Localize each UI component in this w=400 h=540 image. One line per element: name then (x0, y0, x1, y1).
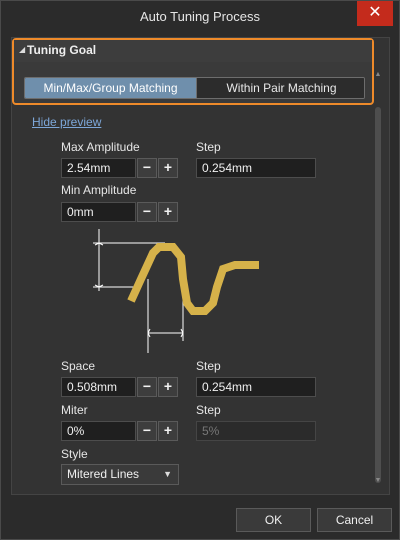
space-label: Space (61, 359, 96, 373)
vertical-scrollbar[interactable]: ▲ ▼ (374, 71, 382, 491)
plus-icon: + (163, 378, 173, 394)
collapse-triangle-icon: ◢ (19, 45, 26, 54)
scroll-thumb[interactable] (375, 107, 381, 483)
auto-tuning-dialog: Auto Tuning Process ✕ ◢ Tuning Goal Min/… (0, 0, 400, 540)
tuning-trace (127, 243, 259, 315)
miter-step-label: Step (196, 403, 221, 417)
plus-icon: + (163, 422, 173, 438)
max-amplitude-decrement-button[interactable]: − (137, 158, 157, 178)
min-amplitude-label: Min Amplitude (61, 183, 137, 197)
plus-icon: + (163, 159, 173, 175)
ok-button[interactable]: OK (236, 508, 311, 532)
max-amplitude-increment-button[interactable]: + (158, 158, 178, 178)
cancel-button[interactable]: Cancel (317, 508, 392, 532)
min-amplitude-increment-button[interactable]: + (158, 202, 178, 222)
min-amplitude-decrement-button[interactable]: − (137, 202, 157, 222)
scroll-up-icon[interactable]: ▲ (374, 71, 382, 81)
scroll-down-icon[interactable]: ▼ (374, 477, 382, 487)
style-select[interactable]: Mitered Lines ▼ (61, 464, 179, 485)
window-title: Auto Tuning Process (140, 9, 260, 24)
minus-icon: − (142, 203, 152, 219)
space-input[interactable]: 0.508mm (61, 377, 136, 397)
miter-increment-button[interactable]: + (158, 421, 178, 441)
tuning-goal-title: Tuning Goal (27, 43, 97, 57)
plus-icon: + (163, 203, 173, 219)
space-step-label: Step (196, 359, 221, 373)
close-icon: ✕ (368, 4, 382, 21)
miter-label: Miter (61, 403, 88, 417)
style-select-value: Mitered Lines (67, 467, 140, 481)
max-amplitude-label: Max Amplitude (61, 140, 140, 154)
min-amplitude-input[interactable]: 0mm (61, 202, 136, 222)
space-decrement-button[interactable]: − (137, 377, 157, 397)
miter-step-input: 5% (196, 421, 316, 441)
close-button[interactable]: ✕ (357, 1, 393, 26)
chevron-down-icon: ▼ (163, 469, 172, 479)
minus-icon: − (142, 422, 152, 438)
tuning-preview-diagram (93, 229, 259, 353)
miter-input[interactable]: 0% (61, 421, 136, 441)
tuning-goal-section: ◢ Tuning Goal Min/Max/Group Matching Wit… (12, 38, 374, 105)
matching-mode-toggle: Min/Max/Group Matching Within Pair Match… (24, 77, 365, 99)
hide-preview-link[interactable]: Hide preview (32, 115, 101, 129)
max-amplitude-input[interactable]: 2.54mm (61, 158, 136, 178)
title-bar: Auto Tuning Process ✕ (1, 1, 399, 32)
max-amplitude-step-label: Step (196, 140, 221, 154)
minus-icon: − (142, 378, 152, 394)
within-pair-matching-button[interactable]: Within Pair Matching (196, 78, 364, 98)
min-max-group-matching-button[interactable]: Min/Max/Group Matching (25, 78, 196, 98)
miter-decrement-button[interactable]: − (137, 421, 157, 441)
style-label: Style (61, 447, 88, 461)
minus-icon: − (142, 159, 152, 175)
tuning-goal-header[interactable]: ◢ Tuning Goal (14, 40, 372, 62)
space-step-input[interactable]: 0.254mm (196, 377, 316, 397)
space-increment-button[interactable]: + (158, 377, 178, 397)
max-amplitude-step-input[interactable]: 0.254mm (196, 158, 316, 178)
